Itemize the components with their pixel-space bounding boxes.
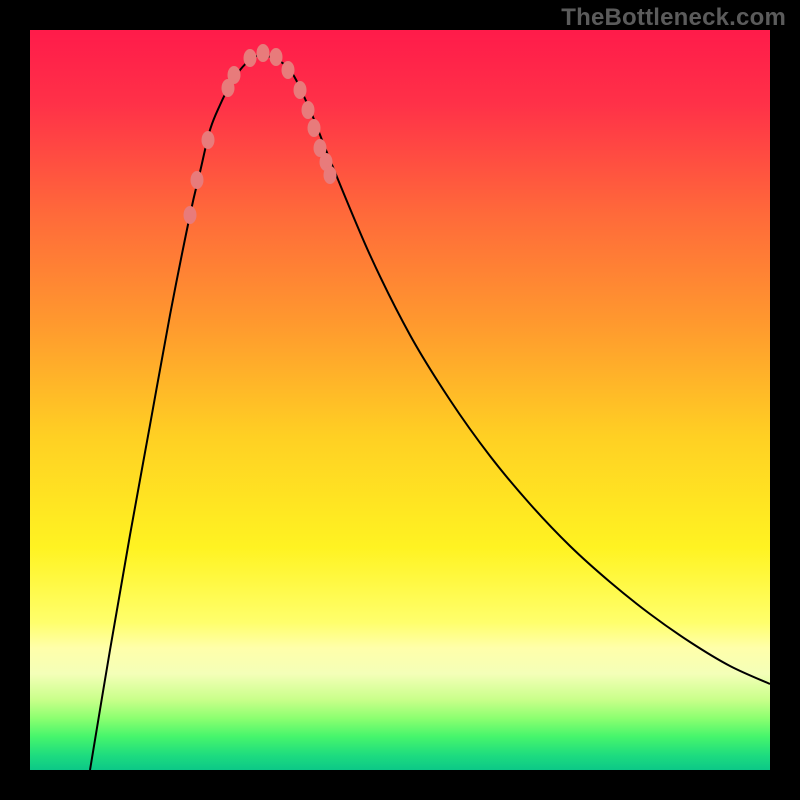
curve-marker [244,49,257,67]
curve-marker [282,61,295,79]
curve-marker [270,48,283,66]
curve-marker [191,171,204,189]
watermark-text: TheBottleneck.com [561,4,786,32]
curve-marker [184,206,197,224]
chart-frame: TheBottleneck.com [0,0,800,800]
curve-marker [228,66,241,84]
plot-area [30,30,770,770]
curve-marker [202,131,215,149]
curve-marker [308,119,321,137]
curve-marker [257,44,270,62]
bottleneck-curve-chart [30,30,770,770]
curve-marker [324,166,337,184]
curve-marker [294,81,307,99]
curve-marker [302,101,315,119]
gradient-background [30,30,770,770]
